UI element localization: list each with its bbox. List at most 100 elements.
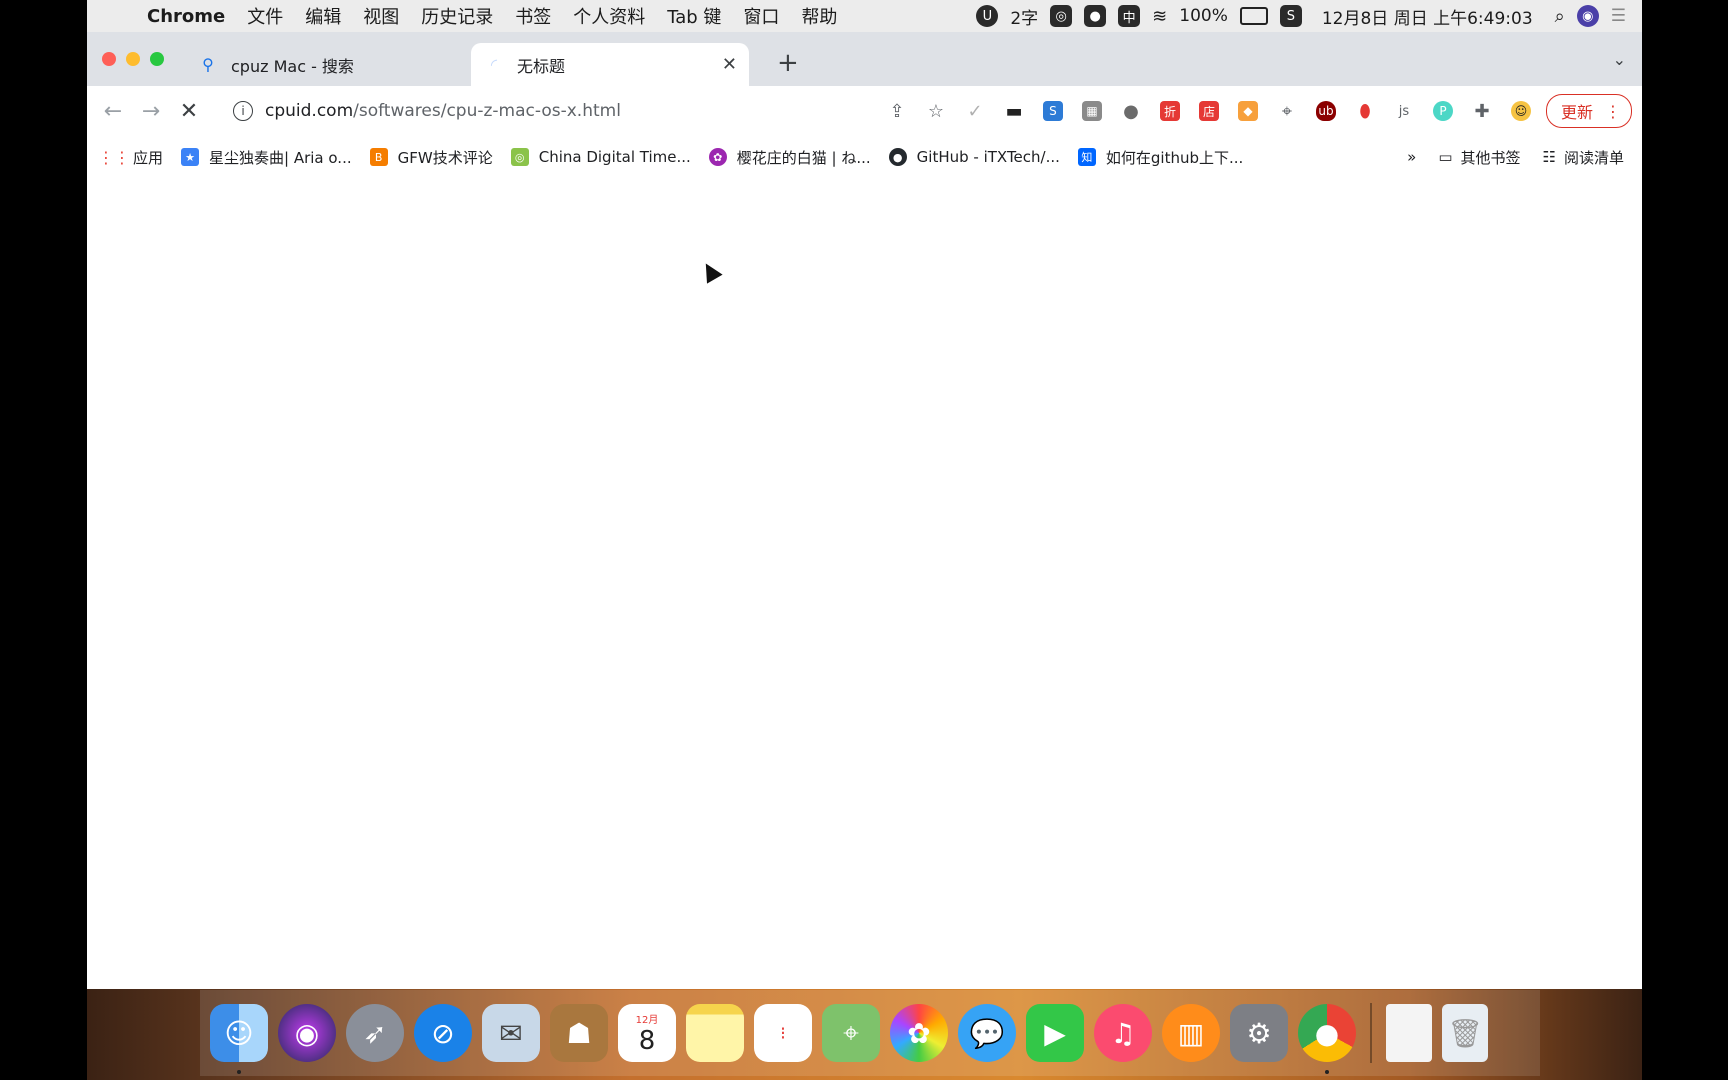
menu-file[interactable]: 文件 (247, 3, 283, 29)
battery-percent[interactable]: 100% (1179, 6, 1228, 26)
books-icon[interactable]: ▥ (1162, 1004, 1220, 1062)
js-extension-icon[interactable]: js (1390, 97, 1418, 125)
menu-view[interactable]: 视图 (363, 3, 399, 29)
bookmark-item[interactable]: ✿ 樱花庄的白猫 | ね... (708, 147, 871, 168)
spotlight-search-icon[interactable]: ⌕ (1555, 6, 1565, 27)
microphone-icon[interactable]: ● (1084, 5, 1107, 27)
clock[interactable]: 12月8日 周日 上午6:49:03 (1322, 4, 1533, 29)
wordcount-status[interactable]: 2字 (1010, 4, 1038, 29)
page-content[interactable] (87, 178, 1642, 989)
stop-loading-button[interactable]: ✕ (179, 99, 199, 124)
bookmark-label: GFW技术评论 (397, 148, 493, 167)
wechat-status-icon[interactable]: ◎ (1050, 5, 1073, 27)
maps-icon[interactable]: ⌖ (822, 1004, 880, 1062)
status-area: U 2字 ◎ ● 中 ≋ 100% S 12月8日 周日 上午6:49:03 ⌕… (976, 4, 1626, 29)
close-window-button[interactable] (102, 52, 116, 66)
profile-avatar[interactable]: ☺ (1507, 97, 1535, 125)
contacts-icon[interactable]: ☗ (550, 1004, 608, 1062)
wifi-icon[interactable]: ≋ (1152, 6, 1167, 27)
bookmark-apps[interactable]: ⋮⋮ 应用 (98, 147, 164, 168)
update-button[interactable]: 更新 ⋮ (1545, 94, 1632, 128)
bookmark-label: 樱花庄的白猫 | ね... (736, 148, 871, 167)
battery-icon[interactable] (1239, 7, 1268, 25)
bookmarks-overflow-icon[interactable]: » (1407, 148, 1416, 166)
blogger-icon: B (369, 148, 388, 166)
mail-icon[interactable]: ✉ (482, 1004, 540, 1062)
messages-icon[interactable]: 💬 (958, 1004, 1016, 1062)
apps-grid-icon: ⋮⋮ (98, 147, 130, 167)
safari-icon[interactable]: ⊘ (414, 1004, 472, 1062)
s-extension-icon[interactable]: S (1039, 97, 1067, 125)
siri-icon[interactable]: ◉ (278, 1004, 336, 1062)
ublock-icon[interactable]: ub (1312, 97, 1340, 125)
menu-history[interactable]: 历史记录 (421, 3, 493, 29)
finder-icon[interactable]: ☺ (210, 1004, 268, 1074)
bookmark-item[interactable]: B GFW技术评论 (369, 147, 493, 168)
address-bar[interactable]: i cpuid.com /softwares/cpu-z-mac-os-x.ht… (233, 101, 621, 121)
tab-search-menu-icon[interactable]: ⌄ (1613, 50, 1626, 69)
bookmarks-bar-right: » ▭ 其他书签 ☷ 阅读清单 (1407, 147, 1624, 168)
reading-list-button[interactable]: ☷ 阅读清单 (1543, 147, 1624, 168)
target-extension-icon[interactable]: ⌖ (1273, 97, 1301, 125)
bookmark-item[interactable]: ● GitHub - iTXTech/... (888, 148, 1060, 166)
minimize-window-button[interactable] (126, 52, 140, 66)
github-icon: ● (888, 148, 907, 166)
menu-bookmarks[interactable]: 书签 (515, 3, 551, 29)
app-s-status-icon[interactable]: S (1279, 5, 1302, 27)
notes-icon[interactable] (686, 1004, 744, 1062)
calendar-month: 12月 (635, 1014, 659, 1026)
shield-status-icon[interactable]: U (976, 5, 999, 27)
trash-icon[interactable]: 🗑 (1442, 1004, 1488, 1062)
input-method-icon[interactable]: 中 (1118, 5, 1141, 27)
orange-extension-icon[interactable]: ◆ (1234, 97, 1262, 125)
discount-extension-icon[interactable]: 折 (1156, 97, 1184, 125)
reminders-icon[interactable]: ⁝ (754, 1004, 812, 1062)
gallery-extension-icon[interactable]: ▦ (1078, 97, 1106, 125)
incognito-extension-icon[interactable]: ▬ (1000, 97, 1028, 125)
menu-app-name[interactable]: Chrome (147, 6, 225, 27)
back-button[interactable]: ← (103, 99, 123, 124)
tab-strip: ⚲ cpuz Mac - 搜索 ✕ ◜ 无标题 ✕ + ⌄ (87, 32, 1642, 86)
bookmark-item[interactable]: ★ 星尘独奏曲| Aria o... (181, 147, 352, 168)
menu-window[interactable]: 窗口 (743, 3, 779, 29)
search-icon: ⚲ (202, 55, 214, 74)
toolbar: ← → ✕ i cpuid.com /softwares/cpu-z-mac-o… (87, 86, 1642, 136)
menu-edit[interactable]: 编辑 (305, 3, 341, 29)
p-extension-icon[interactable]: P (1429, 97, 1457, 125)
zoom-window-button[interactable] (150, 52, 164, 66)
menu-tab[interactable]: Tab 键 (667, 3, 721, 29)
bookmark-label: 应用 (133, 148, 164, 167)
other-bookmarks-folder[interactable]: ▭ 其他书签 (1438, 147, 1520, 168)
close-tab-icon[interactable]: ✕ (722, 54, 737, 75)
checkmark-extension-icon[interactable]: ✓ (961, 97, 989, 125)
forward-button[interactable]: → (141, 99, 161, 124)
dock-separator (1370, 1003, 1372, 1063)
bookmark-star-icon[interactable]: ☆ (922, 97, 950, 125)
bookmark-label: 如何在github上下... (1105, 148, 1244, 167)
bookmark-item[interactable]: ◎ China Digital Time... (510, 148, 691, 166)
system-preferences-icon[interactable]: ⚙ (1230, 1004, 1288, 1062)
store-extension-icon[interactable]: 店 (1195, 97, 1223, 125)
red-drop-extension-icon[interactable]: ⬮ (1351, 97, 1379, 125)
document-icon[interactable] (1386, 1004, 1432, 1062)
globe-extension-icon[interactable]: ● (1117, 97, 1145, 125)
siri-status-icon[interactable]: ◉ (1576, 5, 1599, 27)
tab-untitled[interactable]: ◜ 无标题 ✕ (471, 43, 749, 86)
music-icon[interactable]: ♫ (1094, 1004, 1152, 1062)
share-icon[interactable]: ⇪ (883, 97, 911, 125)
extensions-puzzle-icon[interactable]: ✚ (1468, 97, 1496, 125)
facetime-icon[interactable]: ▶ (1026, 1004, 1084, 1062)
chrome-icon[interactable]: ● (1298, 1004, 1356, 1074)
zhihu-icon: 知 (1077, 148, 1096, 166)
site-info-icon[interactable]: i (233, 101, 253, 121)
photos-icon[interactable]: ✿ (890, 1004, 948, 1062)
reading-list-icon: ☷ (1542, 148, 1556, 166)
calendar-icon[interactable]: 12月 8 (618, 1004, 676, 1062)
launchpad-icon[interactable]: ➶ (346, 1004, 404, 1062)
bookmark-item[interactable]: 知 如何在github上下... (1077, 147, 1244, 168)
notification-center-icon[interactable]: ☰ (1611, 6, 1626, 26)
extensions-area: ⇪ ☆ ✓ ▬ S ▦ ● 折 店 ◆ ⌖ ub ⬮ js P ✚ ☺ 更新 ⋮ (883, 94, 1632, 128)
menu-help[interactable]: 帮助 (801, 3, 837, 29)
new-tab-button[interactable]: + (777, 48, 799, 78)
menu-profile[interactable]: 个人资料 (573, 3, 645, 29)
